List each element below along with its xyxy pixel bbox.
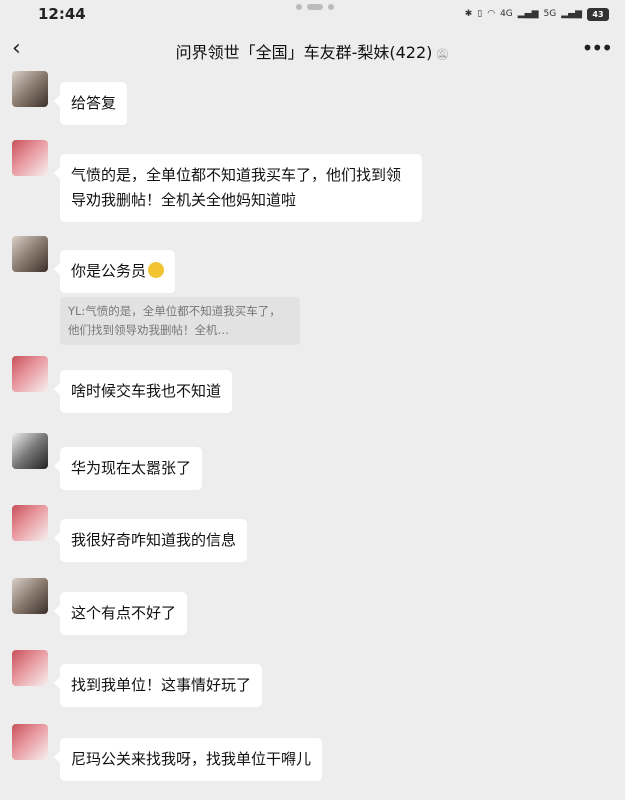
message-bubble[interactable]: 给答复 [53, 82, 128, 125]
message-text: 尼玛公关来找我呀，找我单位干嘚儿 [71, 750, 312, 768]
message-text: 找到我单位！这事情好玩了 [71, 676, 252, 694]
window-handle[interactable] [296, 4, 334, 10]
handle-dot [307, 4, 323, 10]
avatar[interactable] [12, 505, 48, 541]
message-bubble[interactable]: 华为现在太嚣张了 [53, 447, 203, 490]
message-bubble[interactable]: 这个有点不好了 [53, 592, 188, 635]
status-time: 12:44 [38, 5, 86, 23]
message-text: 你是公务员 [71, 262, 147, 280]
avatar[interactable] [12, 433, 48, 469]
sender-nickname [60, 68, 120, 78]
quoted-text: YL:气愤的是，全单位都不知道我买车了，他们找到领导劝我删帖！全机… [68, 304, 281, 337]
more-dots-icon[interactable]: ••• [582, 38, 613, 58]
bluetooth-icon: ✱ [464, 9, 473, 19]
message-text: 给答复 [71, 94, 117, 112]
message-text: 我很好奇咋知道我的信息 [71, 531, 237, 549]
avatar[interactable] [12, 140, 48, 176]
status-icons: ✱ ▯ ◠ 4G ▂▄▆ 5G ▂▄▆ 43 [464, 7, 609, 21]
avatar[interactable] [12, 356, 48, 392]
avatar[interactable] [12, 650, 48, 686]
battery-indicator: 43 [587, 7, 609, 21]
message-text: 这个有点不好了 [71, 604, 177, 622]
avatar[interactable] [12, 236, 48, 272]
avatar[interactable] [12, 578, 48, 614]
message-bubble[interactable]: 找到我单位！这事情好玩了 [53, 664, 263, 707]
message-bubble[interactable]: 气愤的是，全单位都不知道我买车了，他们找到领导劝我删帖！全机关全他妈知道啦 [54, 154, 422, 222]
group-name: 问界领世「全国」车友群-梨妹(422) [175, 43, 433, 62]
message-bubble[interactable]: 我很好奇咋知道我的信息 [53, 519, 248, 562]
vibrate-icon: ▯ [477, 9, 483, 19]
signal-5g-icon: ▂▄▆ [561, 9, 582, 19]
chat-title: 问界领世「全国」车友群-梨妹(422) 🔕︎ [0, 39, 625, 63]
quoted-message[interactable]: YL:气愤的是，全单位都不知道我买车了，他们找到领导劝我删帖！全机… [60, 297, 300, 345]
laughing-face-icon [148, 262, 165, 278]
message-text: 华为现在太嚣张了 [71, 459, 192, 477]
message-text: 啥时候交车我也不知道 [71, 382, 222, 400]
avatar[interactable] [12, 71, 48, 107]
handle-dot [296, 4, 302, 10]
avatar[interactable] [12, 724, 48, 760]
signal-5g-label: 5G [543, 9, 557, 19]
message-bubble[interactable]: 啥时候交车我也不知道 [53, 370, 233, 413]
message-text: 气愤的是，全单位都不知道我买车了，他们找到领导劝我删帖！全机关全他妈知道啦 [71, 166, 402, 209]
message-list[interactable]: 给答复 气愤的是，全单位都不知道我买车了，他们找到领导劝我删帖！全机关全他妈知道… [0, 68, 625, 800]
wifi-icon: ◠ [487, 9, 496, 19]
message-bubble[interactable]: 尼玛公关来找我呀，找我单位干嘚儿 [53, 738, 323, 781]
signal-4g-icon: ▂▄▆ [517, 9, 539, 19]
chat-header: ‹ 问界领世「全国」车友群-梨妹(422) 🔕︎ ••• [0, 30, 625, 68]
message-bubble[interactable]: 你是公务员 [53, 250, 176, 293]
handle-dot [328, 4, 334, 10]
mute-bell-icon: 🔕︎ [435, 48, 450, 61]
signal-4g-label: 4G [500, 9, 513, 19]
